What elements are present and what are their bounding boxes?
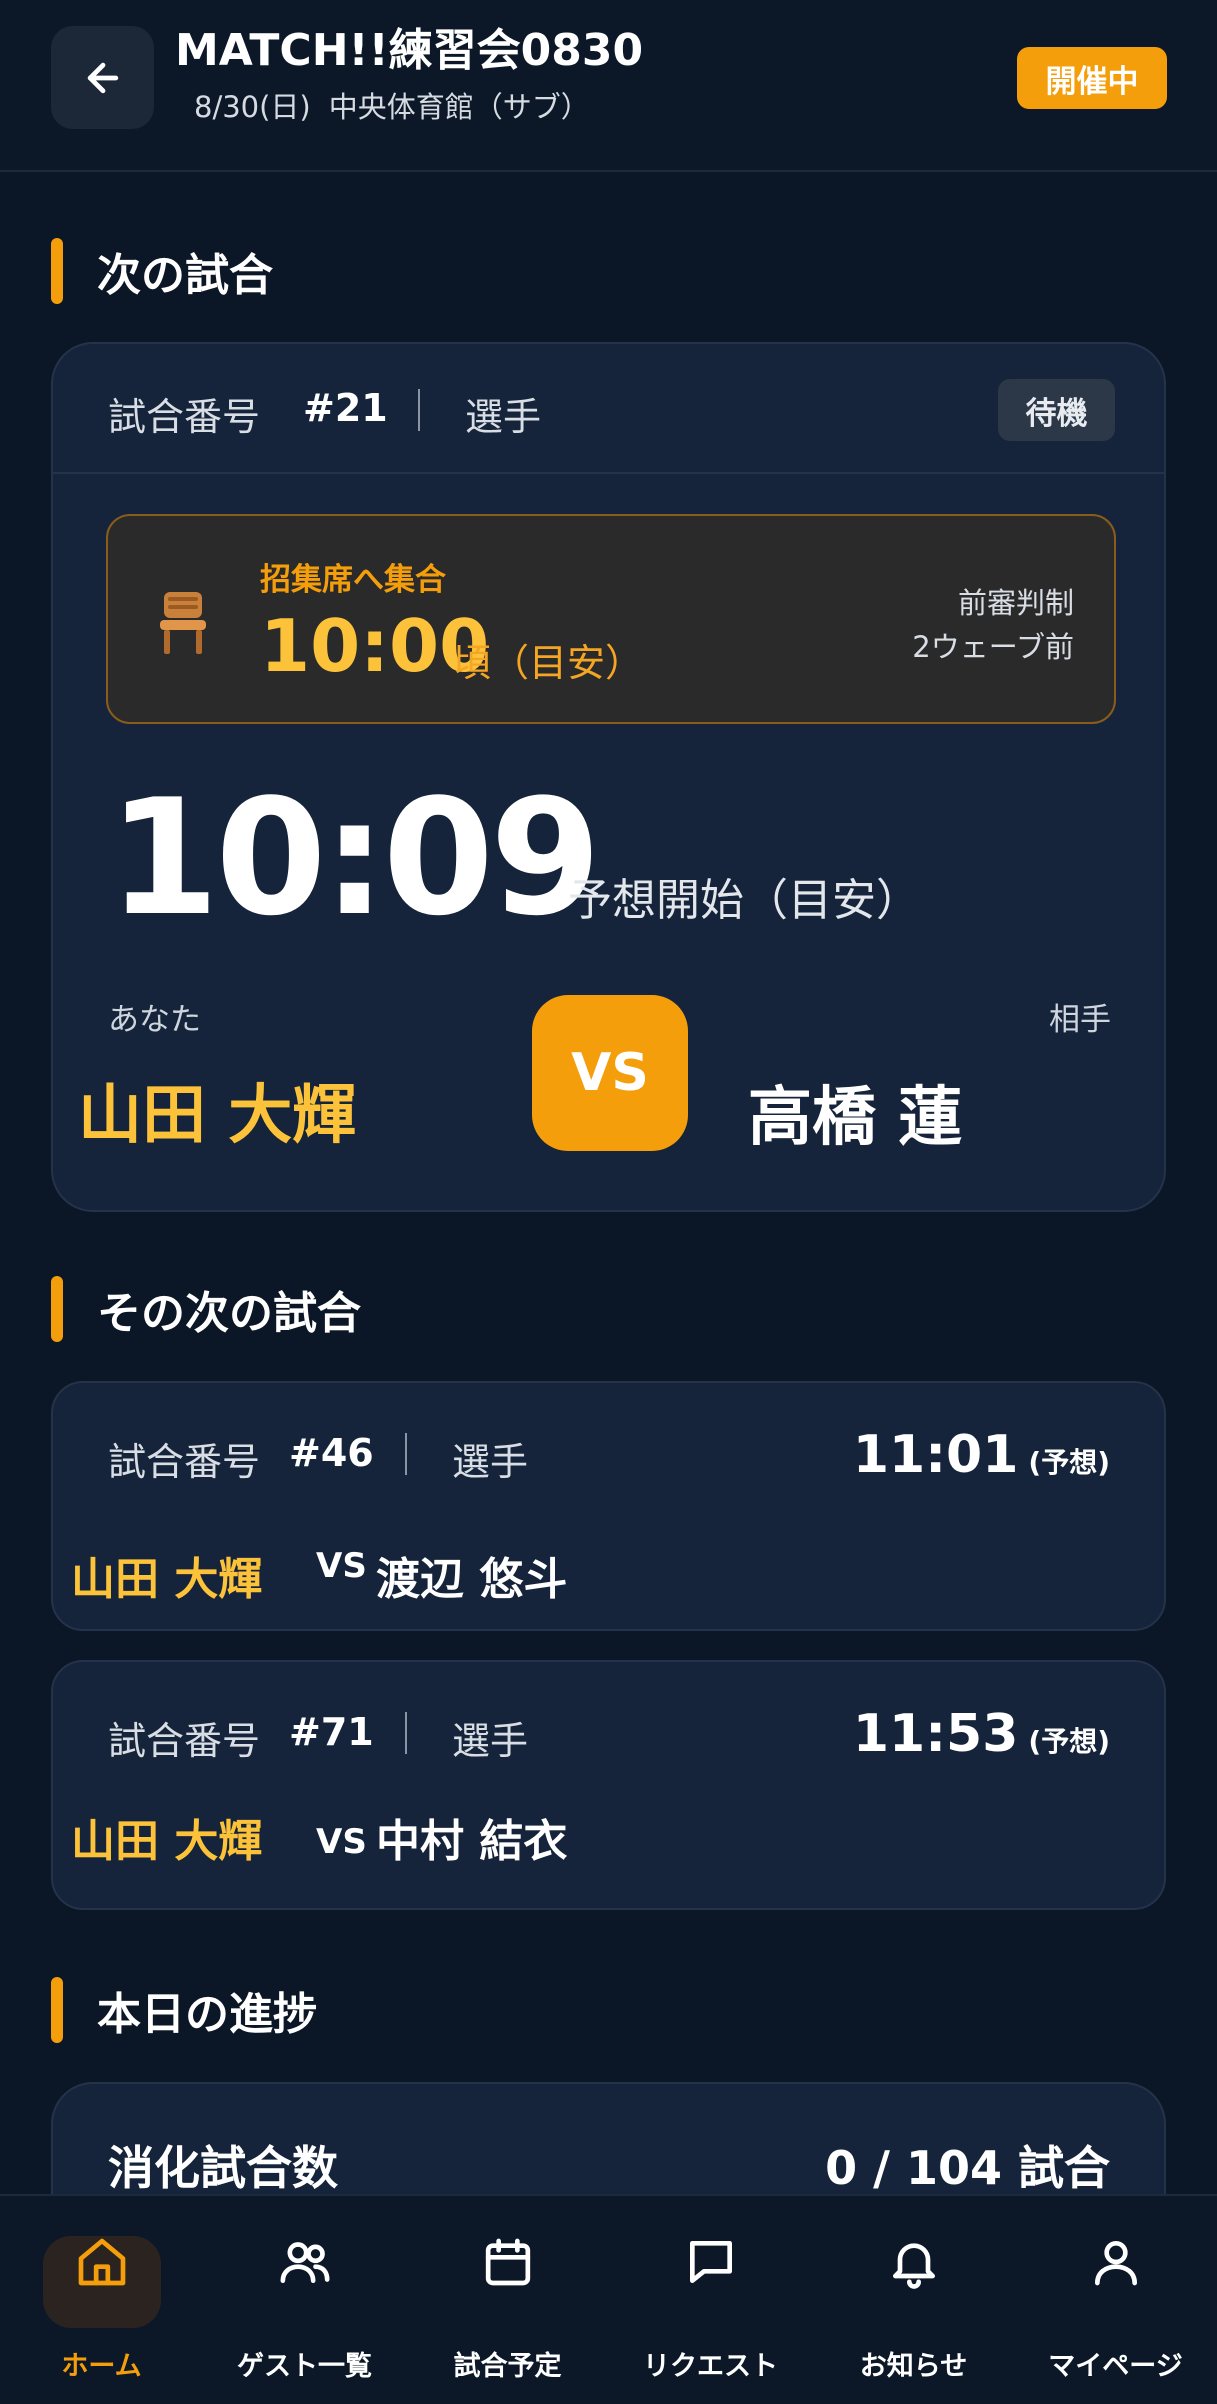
opponent-name: 渡辺 悠斗 [376,1554,568,1605]
event-date: 8/30(日) [194,90,311,124]
match-number-label: 試合番号 [108,1719,261,1763]
chat-icon [689,2241,732,2283]
tab-label: マイページ [1048,2351,1183,2382]
following-matches-heading: その次の試合 [51,1276,361,1342]
section-title: その次の試合 [97,1288,361,1339]
tab-match-schedule[interactable]: 試合予定 [406,2196,609,2404]
opponent-label: 相手 [1049,1002,1111,1038]
expected-start-time: 10:09 [108,764,601,951]
expected-time: 11:53 (予想) [853,1704,1110,1764]
following-match-card[interactable]: 試合番号 #71 選手 11:53 (予想) 山田 大輝 VS 中村 結衣 [51,1660,1166,1910]
match-state-badge: 待機 [998,379,1115,441]
match-role: 選手 [465,395,542,439]
match-number-label: 試合番号 [108,395,261,439]
you-name: 山田 大輝 [71,1554,263,1605]
event-title: MATCH!!練習会0830 [175,25,644,76]
call-info-box: 招集席へ集合 10:00 頃（目安） 前審判制 2ウェーブ前 [106,514,1116,724]
match-number: #21 [303,386,388,430]
home-icon [78,2238,125,2286]
tab-guest-list[interactable]: ゲスト一覧 [203,2196,406,2404]
tab-label: リクエスト [643,2351,778,2382]
expected-time-note: (予想) [1028,1446,1110,1479]
progress-heading: 本日の進捗 [51,1977,317,2043]
expected-time-value: 11:53 [852,1704,1019,1764]
match-role: 選手 [452,1440,529,1484]
tab-home[interactable]: ホーム [0,2196,203,2404]
bottom-tab-bar: ホーム ゲスト一覧 試合予定 リクエスト お知らせ マイページ [0,2194,1217,2404]
section-accent-bar [51,1977,63,2043]
section-title: 次の試合 [97,250,273,301]
expected-time-note: (予想) [1028,1725,1110,1758]
you-label: あなた [108,1002,201,1038]
app-header: MATCH!!練習会0830 8/30(日) 中央体育館（サブ） 開催中 [0,0,1217,172]
match-number-label: 試合番号 [108,1440,261,1484]
match-number: #71 [289,1710,374,1754]
divider [418,389,420,431]
vs-badge: VS [532,995,688,1151]
divider [405,1712,407,1754]
match-role: 選手 [452,1719,529,1763]
expected-start-label: 予想開始（目安） [568,875,920,926]
chair-icon [160,592,206,654]
referee-note: 前審判制 [957,586,1074,620]
divider [405,1433,407,1475]
event-meta: 8/30(日) 中央体育館（サブ） [194,84,590,126]
user-icon [1094,2241,1137,2286]
following-match-card[interactable]: 試合番号 #46 選手 11:01 (予想) 山田 大輝 VS 渡辺 悠斗 [51,1381,1166,1631]
call-time-suffix: 頃（目安） [453,641,644,685]
back-button[interactable] [51,26,154,129]
wave-note: 2ウェーブ前 [912,630,1074,664]
tab-request[interactable]: リクエスト [609,2196,812,2404]
tab-label: ホーム [61,2351,142,2382]
vs-label: VS [316,1546,367,1586]
bell-icon [892,2243,935,2289]
section-title: 本日の進捗 [97,1989,317,2040]
tab-my-page[interactable]: マイページ [1014,2196,1217,2404]
next-match-heading: 次の試合 [51,238,273,304]
opponent-name: 高橋 蓮 [748,1081,963,1155]
tab-label: ゲスト一覧 [237,2351,372,2382]
opponent-name: 中村 結衣 [376,1816,568,1867]
you-name: 山田 大輝 [78,1079,357,1153]
next-match-card-header: 試合番号 #21 選手 待機 [53,344,1164,474]
tab-notifications[interactable]: お知らせ [812,2196,1015,2404]
next-match-card[interactable]: 試合番号 #21 選手 待機 招集席へ集合 10:00 頃（目安） 前審判制 2… [51,342,1166,1212]
progress-value: 0 / 104 試合 [825,2141,1110,2195]
arrow-left-icon [87,62,118,93]
section-accent-bar [51,238,63,304]
tab-label: 試合予定 [453,2351,562,2382]
calendar-icon [485,2238,530,2286]
event-venue: 中央体育館（サブ） [328,90,590,124]
users-icon [280,2242,329,2283]
section-accent-bar [51,1276,63,1342]
expected-time: 11:01 (予想) [853,1425,1110,1485]
vs-label: VS [316,1822,367,1862]
call-label: 招集席へ集合 [260,562,446,598]
match-number: #46 [289,1431,374,1475]
expected-time-value: 11:01 [852,1425,1019,1485]
tab-label: お知らせ [859,2351,968,2382]
progress-label: 消化試合数 [108,2141,338,2195]
you-name: 山田 大輝 [71,1816,263,1867]
event-status-badge: 開催中 [1017,47,1167,109]
